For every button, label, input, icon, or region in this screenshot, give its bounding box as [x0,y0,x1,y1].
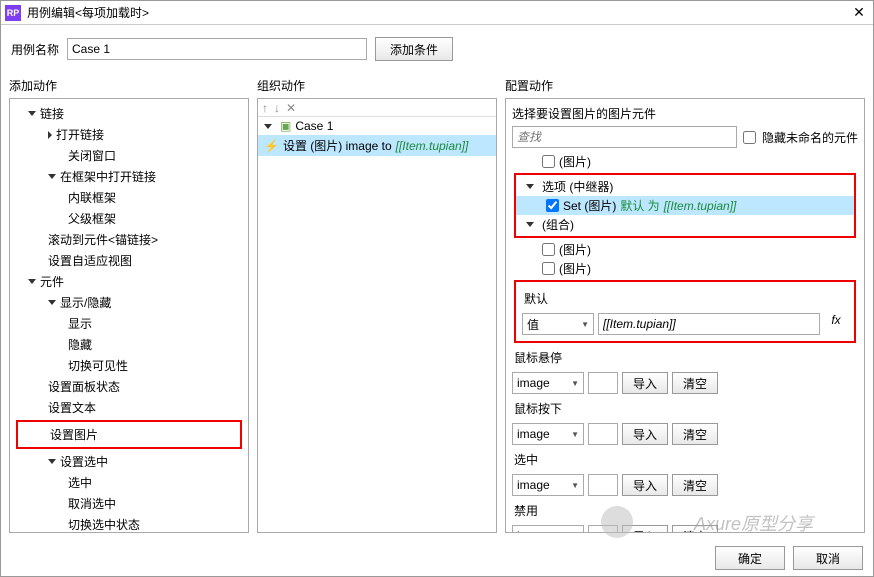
delete-icon[interactable]: ✕ [286,101,296,115]
tree-set-view[interactable]: 设置自适应视图 [10,250,248,271]
expand-icon [28,111,36,116]
window-title: 用例编辑<每项加载时> [27,4,849,21]
org-case[interactable]: ▣ Case 1 [258,117,496,135]
hover-label: 鼠标悬停 [512,345,858,370]
selected-import-button[interactable]: 导入 [622,474,668,496]
chevron-down-icon: ▼ [571,532,579,534]
move-up-icon[interactable]: ↑ [262,101,268,115]
col1-header: 添加动作 [9,73,249,98]
disabled-type-select[interactable]: image▼ [512,525,584,533]
tree-set-text[interactable]: 设置文本 [10,397,248,418]
expand-icon [526,184,534,189]
widget-pic-2[interactable]: (图片) [512,240,858,259]
tree-open-in-frame[interactable]: 在框架中打开链接 [10,166,248,187]
reorder-toolbar: ↑ ↓ ✕ [258,99,496,117]
tree-set-selected[interactable]: 设置选中 [10,451,248,472]
tree-scroll-to[interactable]: 滚动到元件<锚链接> [10,229,248,250]
tree-set-image[interactable]: 设置图片 [20,424,238,445]
expand-icon [526,222,534,227]
hide-unnamed-checkbox[interactable] [743,131,756,144]
hover-swatch[interactable] [588,372,618,394]
hover-clear-button[interactable]: 清空 [672,372,718,394]
collapse-icon [48,131,52,139]
disabled-clear-button[interactable]: 清空 [672,525,718,533]
mousedown-label: 鼠标按下 [512,396,858,421]
expand-icon [48,174,56,179]
tree-panel-state[interactable]: 设置面板状态 [10,376,248,397]
select-widget-label: 选择要设置图片的图片元件 [512,105,858,126]
hide-unnamed-label: 隐藏未命名的元件 [762,129,858,146]
widget-repeater[interactable]: 选项 (中继器) [516,177,854,196]
case-name-input[interactable] [67,38,367,60]
hover-import-button[interactable]: 导入 [622,372,668,394]
col2-header: 组织动作 [257,73,497,98]
widget-search-input[interactable] [512,126,737,148]
col3-header: 配置动作 [505,73,865,98]
default-label: 默认 [522,286,848,311]
widget-set-item[interactable]: Set (图片) 默认 为 [[Item.tupian]] [516,196,854,215]
tree-parent-frame[interactable]: 父级框架 [10,208,248,229]
tree-toggle-vis[interactable]: 切换可见性 [10,355,248,376]
case-icon: ▣ [280,119,291,133]
expand-icon [264,124,272,129]
tree-inline-frame[interactable]: 内联框架 [10,187,248,208]
tree-hide[interactable]: 隐藏 [10,334,248,355]
tree-open-link[interactable]: 打开链接 [10,124,248,145]
mousedown-swatch[interactable] [588,423,618,445]
chevron-down-icon: ▼ [581,320,589,329]
chevron-down-icon: ▼ [571,379,579,388]
tree-close-window[interactable]: 关闭窗口 [10,145,248,166]
chevron-down-icon: ▼ [571,481,579,490]
app-icon: RP [5,5,21,21]
selected-state-label: 选中 [512,447,858,472]
widget-pic-3[interactable]: (图片) [512,259,858,278]
tree-unselect[interactable]: 取消选中 [10,493,248,514]
expand-icon [48,459,56,464]
add-action-panel: 链接 打开链接 关闭窗口 在框架中打开链接 内联框架 父级框架 滚动到元件<锚链… [9,98,249,533]
fx-button[interactable]: fx [824,313,848,335]
tree-links[interactable]: 链接 [10,103,248,124]
expand-icon [28,279,36,284]
default-value-input[interactable] [598,313,820,335]
selected-swatch[interactable] [588,474,618,496]
close-button[interactable]: ✕ [849,3,869,23]
org-action-set-image[interactable]: ⚡ 设置 (图片) image to [[Item.tupian]] [258,135,496,156]
tree-show-hide[interactable]: 显示/隐藏 [10,292,248,313]
tree-toggle-sel[interactable]: 切换选中状态 [10,514,248,533]
chevron-down-icon: ▼ [571,430,579,439]
selected-type-select[interactable]: image▼ [512,474,584,496]
cancel-button[interactable]: 取消 [793,546,863,570]
ok-button[interactable]: 确定 [715,546,785,570]
widget-pic-1[interactable]: (图片) [512,152,858,171]
tree-selected[interactable]: 选中 [10,472,248,493]
configure-panel: 选择要设置图片的图片元件 隐藏未命名的元件 (图片) 选项 (中继器) Set … [505,98,865,533]
tree-widgets[interactable]: 元件 [10,271,248,292]
organize-panel: ↑ ↓ ✕ ▣ Case 1 ⚡ 设置 (图片) image to [[Item… [257,98,497,533]
hover-type-select[interactable]: image▼ [512,372,584,394]
expand-icon [48,300,56,305]
selected-clear-button[interactable]: 清空 [672,474,718,496]
move-down-icon[interactable]: ↓ [274,101,280,115]
bolt-icon: ⚡ [264,139,279,153]
tree-show[interactable]: 显示 [10,313,248,334]
default-type-select[interactable]: 值▼ [522,313,594,335]
watermark-icon [601,506,633,538]
mousedown-import-button[interactable]: 导入 [622,423,668,445]
widget-group[interactable]: (组合) [516,215,854,234]
disabled-label: 禁用 [512,498,858,523]
add-condition-button[interactable]: 添加条件 [375,37,453,61]
mousedown-clear-button[interactable]: 清空 [672,423,718,445]
case-name-label: 用例名称 [11,41,59,58]
mousedown-type-select[interactable]: image▼ [512,423,584,445]
